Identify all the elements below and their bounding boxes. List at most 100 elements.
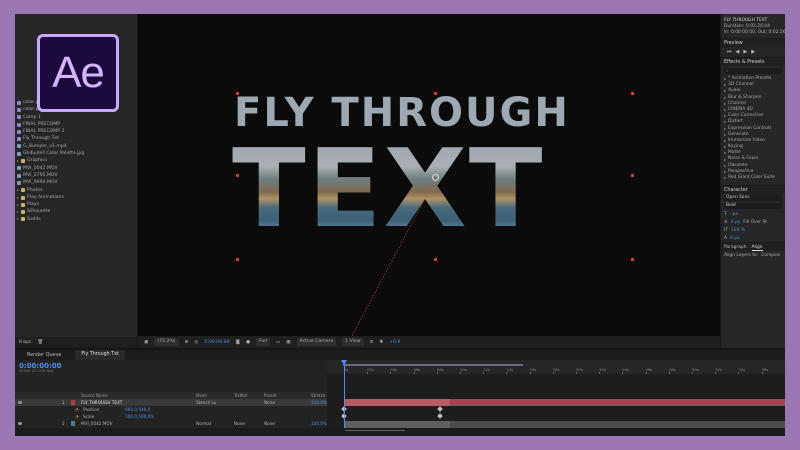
property-value[interactable]: 100.0,100.0%	[125, 414, 154, 419]
project-item[interactable]: Solids	[17, 216, 135, 223]
stopwatch-icon[interactable]: ◔	[75, 407, 79, 412]
bounding-handle[interactable]	[631, 92, 634, 95]
font-family-select[interactable]: Open Sans	[724, 195, 782, 202]
tab-render-queue[interactable]: Render Queue	[27, 353, 61, 358]
project-item[interactable]: Ghibudell Color Palette.jpg	[17, 150, 135, 157]
expand-triangle-icon[interactable]	[724, 177, 726, 180]
current-time[interactable]: 0:00:00:00	[204, 340, 229, 345]
bounding-handle[interactable]	[236, 92, 239, 95]
playhead[interactable]	[341, 360, 347, 436]
keyframe-icon[interactable]	[437, 406, 443, 412]
expand-triangle-icon[interactable]	[724, 164, 726, 167]
zoom-dropdown[interactable]: (73.2%)	[154, 338, 179, 346]
first-frame-icon[interactable]: ⏮	[727, 49, 732, 55]
grid-icon[interactable]: ⊞	[185, 340, 189, 345]
expand-triangle-icon[interactable]	[17, 211, 19, 214]
work-area-bar[interactable]	[343, 364, 523, 366]
play-icon[interactable]: ▶	[743, 49, 747, 55]
view-layout-dropdown[interactable]: 1 View	[342, 338, 364, 346]
property-row-scale[interactable]: ◔ Scale 100.0,100.0%	[15, 413, 327, 420]
effects-search-input[interactable]: ⌕	[724, 68, 782, 74]
project-item[interactable]: MVI_9994.MOV	[17, 179, 135, 186]
resolution-dropdown[interactable]: Full	[256, 338, 270, 346]
camera-dropdown[interactable]: Active Camera	[296, 338, 337, 346]
color-icon[interactable]: ●	[246, 340, 250, 345]
composition-viewer[interactable]: FLY THROUGH TEXT	[138, 14, 720, 336]
layer-mode[interactable]: Stencil Lu	[196, 400, 216, 405]
col-mode[interactable]: Mode	[196, 393, 207, 398]
vertical-scale-value[interactable]: 100 %	[731, 228, 745, 233]
expand-triangle-icon[interactable]	[724, 158, 726, 161]
expand-triangle-icon[interactable]	[724, 146, 726, 149]
next-frame-icon[interactable]: ▶	[751, 49, 755, 55]
property-row-position[interactable]: ◔ Position 960.0,540.0	[15, 406, 327, 413]
expand-triangle-icon[interactable]	[724, 90, 726, 93]
timeline-zoom-slider[interactable]	[345, 430, 405, 433]
layer-stretch[interactable]: 100.0%	[311, 421, 327, 426]
stopwatch-icon[interactable]: ◔	[75, 414, 79, 419]
layer-bar-1-active[interactable]	[344, 399, 450, 406]
anchor-point-icon[interactable]	[432, 174, 439, 181]
always-preview-icon[interactable]: ▣	[144, 340, 148, 345]
trash-icon[interactable]: 🗑	[37, 340, 43, 345]
project-item[interactable]: MVI_0042.MOV	[17, 165, 135, 172]
expand-triangle-icon[interactable]	[724, 121, 726, 124]
layer-trkmat[interactable]: None	[234, 421, 245, 426]
expand-triangle-icon[interactable]	[17, 160, 19, 163]
stroke-option[interactable]: Fill Over St	[743, 220, 767, 225]
project-item[interactable]: FINAL PRECOMP	[17, 121, 135, 128]
bounding-handle[interactable]	[236, 258, 239, 261]
label-color-swatch[interactable]	[71, 421, 75, 426]
visibility-eye-icon[interactable]	[18, 401, 22, 404]
baseline-value[interactable]: 0 px	[730, 236, 740, 241]
mask-icon[interactable]: ◎	[194, 340, 198, 345]
project-item[interactable]: MVI_2795.MOV	[17, 172, 135, 179]
expand-triangle-icon[interactable]	[724, 127, 726, 130]
expand-triangle-icon[interactable]	[17, 196, 19, 199]
project-item[interactable]: Silhouette	[17, 208, 135, 215]
expand-triangle-icon[interactable]	[724, 78, 726, 81]
expand-triangle-icon[interactable]	[724, 96, 726, 99]
project-item[interactable]: FINAL PRECOMP 2	[17, 128, 135, 135]
exposure-value[interactable]: +0.0	[389, 340, 400, 345]
layer-stretch[interactable]: 100.0%	[311, 400, 327, 405]
layer-parent[interactable]: None	[264, 421, 275, 426]
project-item[interactable]: Photos	[17, 187, 135, 194]
toggle-pixel-icon[interactable]: ⊡	[370, 340, 374, 345]
transparency-icon[interactable]: ▦	[286, 340, 290, 345]
character-panel-title[interactable]: Character	[721, 185, 785, 195]
tab-align[interactable]: Align	[751, 243, 763, 252]
font-size-value[interactable]: - px	[730, 212, 738, 217]
expand-triangle-icon[interactable]	[724, 109, 726, 112]
expand-triangle-icon[interactable]	[724, 115, 726, 118]
prev-frame-icon[interactable]: ◀	[736, 49, 740, 55]
layer-mode[interactable]: Normal	[196, 421, 211, 426]
label-color-swatch[interactable]	[71, 400, 75, 405]
tab-paragraph[interactable]: Paragraph	[724, 243, 747, 251]
expand-triangle-icon[interactable]	[17, 218, 19, 221]
align-layers-select[interactable]: Composi	[761, 253, 780, 258]
col-stretch[interactable]: Stretch	[311, 393, 325, 398]
layer-parent[interactable]: None	[264, 400, 275, 405]
time-ruler[interactable]: 0s 02s 04s 06s 08s 10s 12s 14s 16s 18s 20s 22s 24s 26…	[327, 360, 785, 374]
expand-triangle-icon[interactable]	[724, 170, 726, 173]
project-item[interactable]: G_Bumper_v1.mp4	[17, 143, 135, 150]
layer-name[interactable]: MVI_0042.MOV	[81, 421, 113, 426]
tab-fly-through-comp[interactable]: Fly Through Txt	[75, 350, 125, 360]
bit-depth-label[interactable]: 8 bpc	[19, 340, 31, 345]
expand-triangle-icon[interactable]	[17, 189, 19, 192]
timeline-tracks[interactable]: 0s 02s 04s 06s 08s 10s 12s 14s 16s 18s 20s 22s 24s 26…	[327, 360, 785, 436]
expand-triangle-icon[interactable]	[724, 133, 726, 136]
project-item[interactable]: Plays	[17, 201, 135, 208]
project-item[interactable]: Play Animations	[17, 194, 135, 201]
property-value[interactable]: 960.0,540.0	[125, 407, 150, 412]
bounding-handle[interactable]	[631, 258, 634, 261]
snapshot-icon[interactable]: ◙	[236, 340, 240, 345]
font-style-select[interactable]: Bold	[724, 203, 782, 210]
layer-bar-2-active[interactable]	[344, 421, 450, 428]
layer-name[interactable]: FLY THROUGH TEXT	[81, 400, 122, 405]
project-item[interactable]: Fly Through Txt	[17, 135, 135, 142]
project-item[interactable]: Comp 1	[17, 114, 135, 121]
bounding-handle[interactable]	[434, 92, 437, 95]
preview-panel-title[interactable]: Preview	[721, 38, 785, 47]
